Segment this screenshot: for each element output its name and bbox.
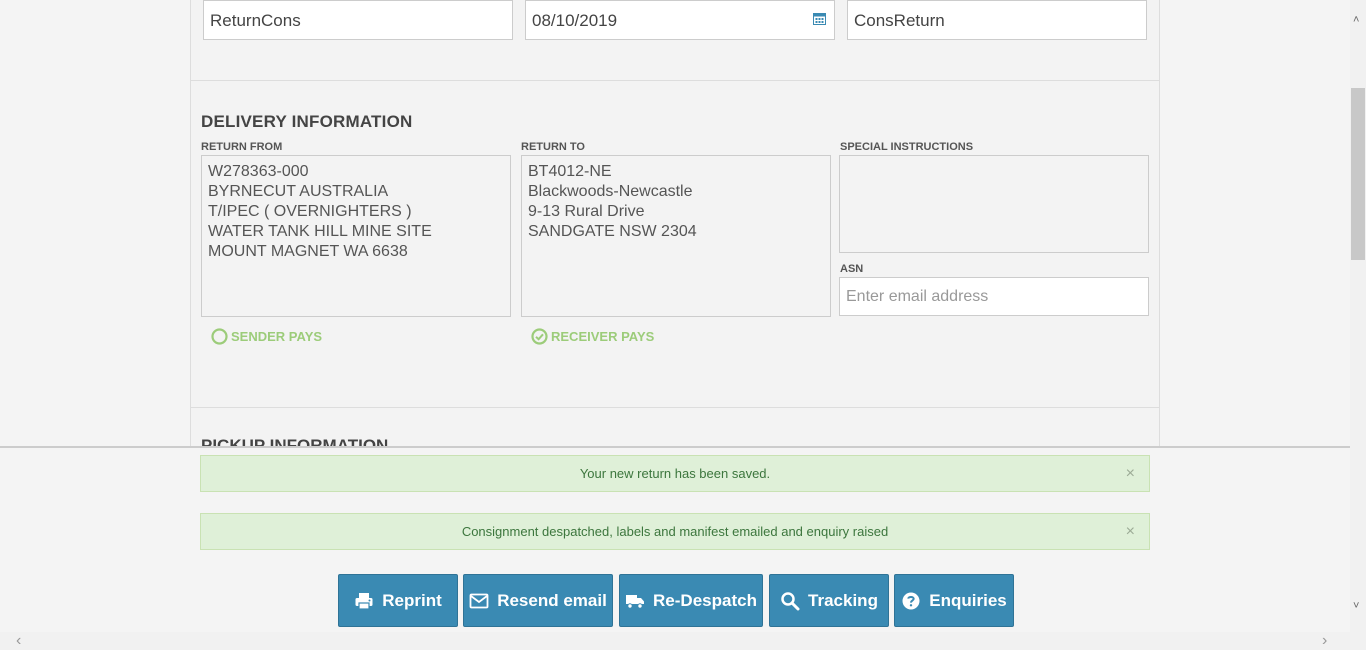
re-despatch-button[interactable]: Re-Despatch [619,574,763,627]
radio-empty-icon [211,328,228,345]
envelope-icon [469,593,489,608]
re-despatch-label: Re-Despatch [653,590,757,610]
calendar-icon[interactable] [813,12,826,25]
close-icon[interactable]: × [1126,456,1135,491]
horizontal-scrollbar[interactable]: ‹ › [0,632,1366,650]
vertical-scrollbar[interactable]: ˄ ˅ [1350,0,1366,632]
receiver-pays-label: RECEIVER PAYS [551,329,655,344]
question-circle-icon [902,592,920,609]
resend-email-label: Resend email [497,590,607,610]
pickup-section-title: PICKUP INFORMATION [201,436,389,446]
sender-pays-radio[interactable]: SENDER PAYS [211,328,322,345]
alert-message: Consignment despatched, labels and manif… [461,524,889,539]
check-circle-icon [531,328,548,345]
section-divider [191,80,1159,81]
truck-icon [626,594,645,609]
close-icon[interactable]: × [1126,514,1135,549]
search-icon [781,591,800,610]
return-from-address[interactable]: W278363-000 BYRNECUT AUSTRALIA T/IPEC ( … [201,155,511,317]
scroll-up-icon[interactable]: ˄ [1353,14,1359,26]
special-instructions-label: SPECIAL INSTRUCTIONS [840,141,974,153]
enquiries-label: Enquiries [929,590,1007,610]
type-input[interactable]: ConsReturn [847,0,1147,40]
address-line: SANDGATE NSW 2304 [528,223,697,240]
action-footer: Your new return has been saved. × Consig… [0,446,1350,632]
special-instructions-textarea[interactable] [839,155,1149,253]
address-line: 9-13 Rural Drive [528,203,645,220]
address-line: T/IPEC ( OVERNIGHTERS ) [208,203,412,220]
return-from-label: RETURN FROM [201,141,283,153]
address-line: Blackwoods-Newcastle [528,183,693,200]
asn-email-input[interactable]: Enter email address [839,277,1149,316]
scroll-right-icon[interactable]: › [1322,632,1327,650]
tracking-button[interactable]: Tracking [769,574,889,627]
section-divider [191,407,1159,408]
scroll-left-icon[interactable]: ‹ [16,632,21,650]
asn-label: ASN [840,263,864,275]
print-icon [355,592,373,610]
reprint-label: Reprint [382,590,442,610]
return-form: ReturnCons 08/10/2019 ConsReturn DELIVER… [190,0,1160,446]
sender-pays-label: SENDER PAYS [231,329,323,344]
scroll-thumb[interactable] [1351,88,1365,260]
receiver-pays-radio[interactable]: RECEIVER PAYS [531,328,654,345]
success-alert: Consignment despatched, labels and manif… [200,513,1150,550]
alert-message: Your new return has been saved. [579,466,771,481]
delivery-section-title: DELIVERY INFORMATION [201,112,413,131]
tracking-label: Tracking [808,590,878,610]
return-to-address[interactable]: BT4012-NE Blackwoods-Newcastle 9-13 Rura… [521,155,831,317]
date-input[interactable]: 08/10/2019 [525,0,835,40]
reprint-button[interactable]: Reprint [338,574,458,627]
address-line: WATER TANK HILL MINE SITE [208,223,432,240]
address-line: BT4012-NE [528,163,612,180]
address-line: BYRNECUT AUSTRALIA [208,183,389,200]
enquiries-button[interactable]: Enquiries [894,574,1014,627]
success-alert: Your new return has been saved. × [200,455,1150,492]
address-line: W278363-000 [208,163,309,180]
address-line: MOUNT MAGNET WA 6638 [208,243,408,260]
reference-input[interactable]: ReturnCons [203,0,513,40]
date-value: 08/10/2019 [532,11,618,30]
return-to-label: RETURN TO [521,141,585,153]
resend-email-button[interactable]: Resend email [463,574,613,627]
scroll-down-icon[interactable]: ˅ [1353,600,1359,612]
